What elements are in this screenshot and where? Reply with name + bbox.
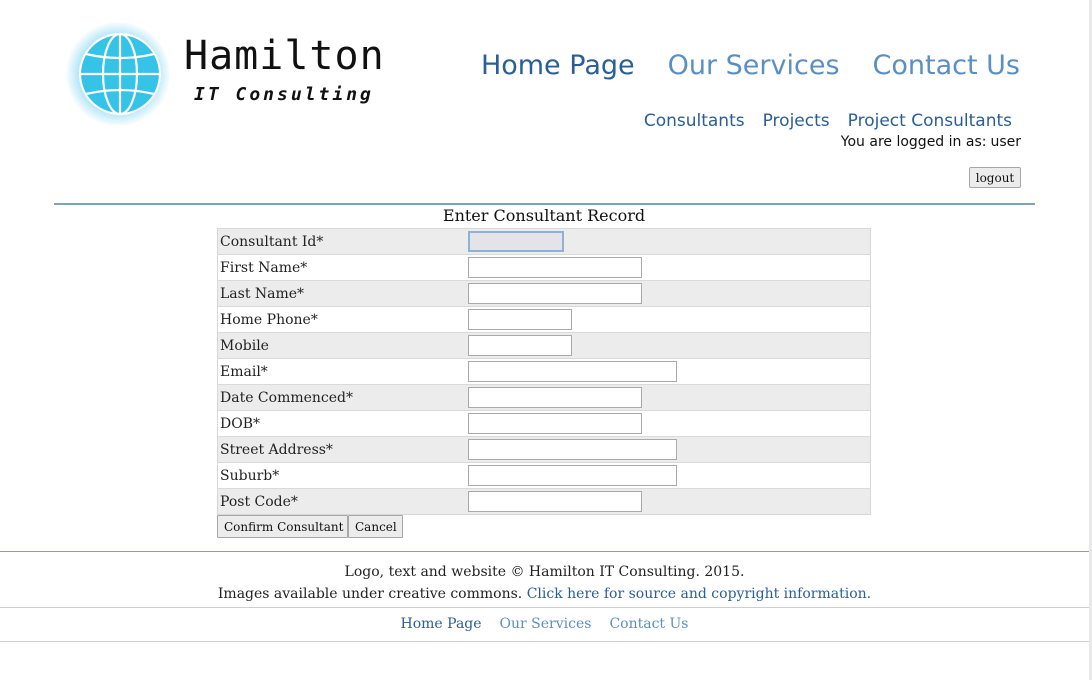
suburb-input[interactable] (468, 465, 677, 486)
sub-nav: Consultants Projects Project Consultants (644, 113, 1012, 130)
home-phone-input[interactable] (468, 309, 572, 330)
subnav-project-consultants[interactable]: Project Consultants (848, 113, 1012, 130)
form-row: Home Phone* (217, 306, 871, 333)
last-name-input[interactable] (468, 283, 642, 304)
field-label: Post Code* (217, 488, 468, 515)
logged-in-status: You are logged in as: user (837, 134, 1021, 150)
field-label: First Name* (217, 254, 468, 281)
field-label: Street Address* (217, 436, 468, 463)
nav-our-services[interactable]: Our Services (668, 52, 840, 79)
logo-subtitle: IT Consulting (194, 84, 374, 105)
form-row: Consultant Id* (217, 228, 871, 255)
field-label: Mobile (217, 332, 468, 359)
username: user (990, 134, 1021, 150)
footer-divider (0, 551, 1089, 552)
consultant-form: Consultant Id* First Name* Last Name* Ho… (217, 228, 871, 515)
footer-copyright: Logo, text and website © Hamilton IT Con… (344, 564, 745, 580)
footer-nav-our-services[interactable]: Our Services (500, 616, 592, 632)
main-nav: Home Page Our Services Contact Us (481, 52, 1020, 79)
nav-contact-us[interactable]: Contact Us (873, 52, 1020, 79)
field-label: Home Phone* (217, 306, 468, 333)
form-row: Mobile (217, 332, 871, 359)
cancel-button[interactable]: Cancel (348, 515, 403, 538)
field-label: Date Commenced* (217, 384, 468, 411)
subnav-projects[interactable]: Projects (763, 113, 830, 130)
logo-title: Hamilton (184, 33, 385, 79)
form-actions: Confirm Consultant Cancel (217, 515, 403, 538)
header-divider (54, 203, 1035, 205)
date-commenced-input[interactable] (468, 387, 642, 408)
site-logo[interactable]: Hamilton IT Consulting (64, 18, 384, 130)
copyright-info-link[interactable]: Click here for source and copyright info… (527, 586, 871, 602)
form-row: Date Commenced* (217, 384, 871, 411)
mobile-input[interactable] (468, 335, 572, 356)
form-row: Suburb* (217, 462, 871, 489)
footer-divider (0, 641, 1089, 642)
form-row: First Name* (217, 254, 871, 281)
footer-divider (0, 607, 1089, 608)
globe-icon (78, 32, 162, 116)
email-input[interactable] (468, 361, 677, 382)
form-row: Email* (217, 358, 871, 385)
dob-input[interactable] (468, 413, 642, 434)
footer-nav-home-page[interactable]: Home Page (401, 616, 482, 632)
nav-home-page[interactable]: Home Page (481, 52, 635, 79)
form-row: DOB* (217, 410, 871, 437)
field-label: DOB* (217, 410, 468, 437)
field-label: Email* (217, 358, 468, 385)
street-address-input[interactable] (468, 439, 677, 460)
first-name-input[interactable] (468, 257, 642, 278)
field-label: Last Name* (217, 280, 468, 307)
logout-button[interactable]: logout (969, 167, 1021, 188)
field-label: Consultant Id* (217, 228, 468, 255)
footer-nav-contact-us[interactable]: Contact Us (609, 616, 688, 632)
footer-images-text: Images available under creative commons. (217, 586, 523, 602)
form-row: Last Name* (217, 280, 871, 307)
footer-images-note: Images available under creative commons.… (0, 586, 1089, 602)
form-title: Enter Consultant Record (442, 206, 646, 225)
footer-nav: Home Page Our Services Contact Us (0, 616, 1089, 632)
field-label: Suburb* (217, 462, 468, 489)
consultant-id-input[interactable] (468, 231, 564, 252)
form-row: Street Address* (217, 436, 871, 463)
logged-in-text: You are logged in as: (840, 134, 987, 150)
confirm-consultant-button[interactable]: Confirm Consultant (217, 515, 348, 538)
post-code-input[interactable] (468, 491, 642, 512)
subnav-consultants[interactable]: Consultants (644, 113, 745, 130)
form-row: Post Code* (217, 488, 871, 515)
